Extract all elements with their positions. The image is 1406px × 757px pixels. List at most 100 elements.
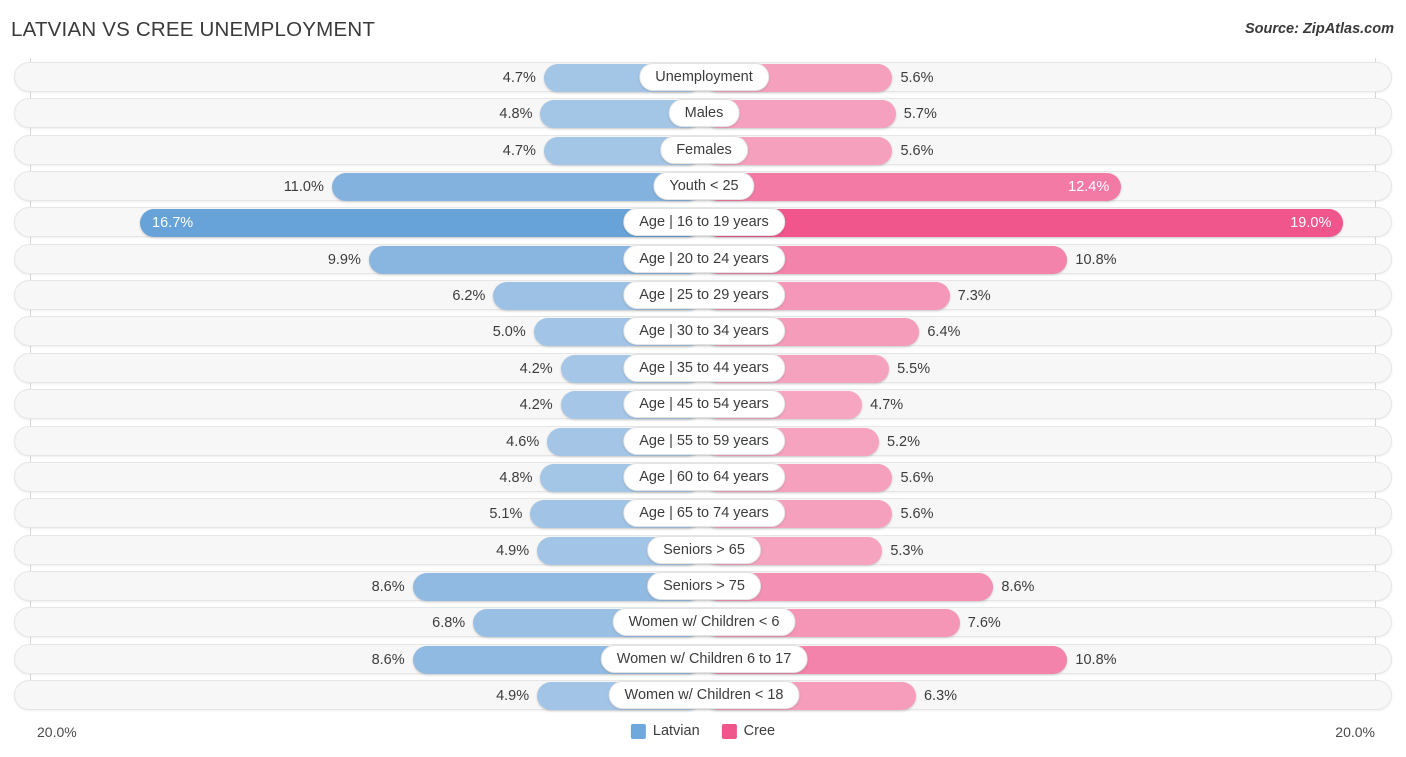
bar-value-cree: 8.6% [1001, 578, 1035, 595]
bar-value-cree: 5.6% [900, 506, 934, 523]
bar-latvian[interactable] [331, 173, 702, 202]
bar-value-latvian: 5.0% [492, 324, 526, 341]
bar-value-cree: 5.6% [900, 142, 934, 159]
bar-value-cree: 4.7% [870, 397, 904, 414]
bar-value-latvian: 8.6% [371, 651, 405, 668]
chart-row[interactable]: 4.9% 6.3% Women w/ Children < 18 [14, 679, 1392, 710]
bar-value-latvian: 4.9% [496, 542, 530, 559]
bar-value-cree: 7.6% [967, 615, 1001, 632]
bar-value-cree: 7.3% [957, 288, 991, 305]
legend-swatch-icon [630, 723, 646, 739]
chart-row[interactable]: 8.6% 10.8% Women w/ Children 6 to 17 [14, 643, 1392, 674]
chart-row[interactable]: 11.0% 12.4% Youth < 25 [14, 171, 1392, 202]
row-inner: 4.8% 5.7% Males [15, 99, 1391, 129]
row-label-pill[interactable]: Age | 60 to 64 years [623, 462, 785, 491]
bar-value-latvian: 4.8% [499, 106, 533, 123]
bar-value-cree: 10.8% [1075, 251, 1117, 268]
bar-value-cree: 12.4% [1068, 179, 1110, 196]
chart-row[interactable]: 9.9% 10.8% Age | 20 to 24 years [14, 243, 1392, 274]
bar-value-cree: 6.3% [923, 687, 958, 704]
legend-label: Cree [743, 723, 776, 739]
chart-row[interactable]: 4.8% 5.6% Age | 60 to 64 years [14, 461, 1392, 492]
diverging-bar-chart: 4.7% 5.6% Unemployment 4.8% 5.7% Males 4.7% 5.6… [0, 58, 1406, 718]
legend-label: Latvian [652, 723, 700, 739]
row-inner: 4.2% 5.5% Age | 35 to 44 years [15, 353, 1391, 383]
bar-value-cree: 5.5% [897, 360, 931, 377]
bar-value-cree: 5.7% [903, 106, 937, 123]
row-label-pill[interactable]: Age | 65 to 74 years [623, 499, 785, 528]
chart-row[interactable]: 4.2% 4.7% Age | 45 to 54 years [14, 389, 1392, 420]
bar-value-latvian: 6.8% [432, 615, 466, 632]
chart-row[interactable]: 4.2% 5.5% Age | 35 to 44 years [14, 352, 1392, 383]
row-label-pill[interactable]: Age | 30 to 34 years [623, 317, 785, 346]
row-inner: 6.2% 7.3% Age | 25 to 29 years [15, 281, 1391, 311]
bar-value-latvian: 4.8% [499, 469, 533, 486]
chart-row[interactable]: 4.7% 5.6% Unemployment [14, 62, 1392, 92]
row-label-pill[interactable]: Seniors > 65 [647, 535, 761, 564]
chart-row[interactable]: 4.9% 5.3% Seniors > 65 [14, 534, 1392, 565]
bar-value-cree: 5.6% [900, 469, 934, 486]
legend-item-latvian[interactable]: Latvian [630, 723, 700, 739]
row-label-pill[interactable]: Males [668, 99, 740, 128]
row-label-pill[interactable]: Age | 45 to 54 years [623, 390, 785, 419]
bar-value-latvian: 4.9% [496, 687, 530, 704]
bar-value-latvian: 16.7% [152, 215, 194, 232]
bar-value-latvian: 4.7% [502, 70, 536, 86]
row-inner: 4.9% 6.3% Women w/ Children < 18 [15, 680, 1391, 710]
row-inner: 4.2% 4.7% Age | 45 to 54 years [15, 390, 1391, 420]
chart-row[interactable]: 8.6% 8.6% Seniors > 75 [14, 570, 1392, 601]
row-inner: 4.6% 5.2% Age | 55 to 59 years [15, 426, 1391, 456]
chart-row[interactable]: 4.7% 5.6% Females [14, 134, 1392, 165]
row-inner: 4.7% 5.6% Unemployment [15, 63, 1391, 92]
row-label-pill[interactable]: Seniors > 75 [647, 571, 761, 600]
row-inner: 6.8% 7.6% Women w/ Children < 6 [15, 608, 1391, 638]
bar-value-latvian: 4.2% [519, 360, 553, 377]
bar-latvian[interactable]: 16.7% [140, 209, 702, 238]
legend-item-cree[interactable]: Cree [721, 723, 776, 739]
row-inner: 5.0% 6.4% Age | 30 to 34 years [15, 317, 1391, 347]
bar-value-latvian: 4.7% [502, 142, 536, 159]
row-label-pill[interactable]: Youth < 25 [653, 172, 755, 201]
row-label-pill[interactable]: Women w/ Children < 18 [608, 680, 800, 709]
row-label-pill[interactable]: Age | 25 to 29 years [623, 281, 785, 310]
bar-value-latvian: 6.2% [452, 288, 486, 305]
bar-value-cree: 5.2% [886, 433, 921, 450]
bar-value-latvian: 11.0% [283, 179, 324, 196]
row-inner: 4.8% 5.6% Age | 60 to 64 years [15, 462, 1391, 492]
chart-row[interactable]: 4.6% 5.2% Age | 55 to 59 years [14, 425, 1392, 456]
chart-footer: 20.0% Latvian Cree 20.0% [0, 716, 1406, 757]
bar-cree[interactable]: 19.0% [704, 209, 1344, 238]
chart-legend: Latvian Cree [630, 723, 776, 739]
row-label-pill[interactable]: Women w/ Children 6 to 17 [600, 644, 808, 673]
chart-rows: 4.7% 5.6% Unemployment 4.8% 5.7% Males 4.7% 5.6… [0, 58, 1406, 718]
row-inner: 5.1% 5.6% Age | 65 to 74 years [15, 499, 1391, 529]
bar-cree[interactable]: 12.4% [704, 173, 1122, 202]
bar-value-cree: 19.0% [1290, 215, 1332, 232]
row-label-pill[interactable]: Age | 20 to 24 years [623, 244, 785, 273]
row-label-pill[interactable]: Age | 35 to 44 years [623, 353, 785, 382]
chart-row[interactable]: 4.8% 5.7% Males [14, 98, 1392, 129]
bar-value-latvian: 9.9% [327, 251, 361, 268]
chart-row[interactable]: 16.7% 19.0% Age | 16 to 19 years [14, 207, 1392, 238]
row-label-pill[interactable]: Women w/ Children < 6 [612, 608, 796, 637]
bar-value-latvian: 4.6% [506, 433, 540, 450]
legend-swatch-icon [721, 723, 737, 739]
row-label-pill[interactable]: Age | 55 to 59 years [623, 426, 785, 455]
bar-value-latvian: 5.1% [489, 506, 523, 523]
chart-header: LATVIAN VS CREE UNEMPLOYMENT Source: Zip… [0, 0, 1406, 58]
bar-value-cree: 10.8% [1075, 651, 1117, 668]
bar-value-cree: 5.6% [900, 70, 934, 86]
row-label-pill[interactable]: Age | 16 to 19 years [623, 208, 785, 237]
chart-row[interactable]: 5.1% 5.6% Age | 65 to 74 years [14, 498, 1392, 529]
row-label-pill[interactable]: Unemployment [639, 63, 769, 91]
chart-row[interactable]: 6.2% 7.3% Age | 25 to 29 years [14, 280, 1392, 311]
source-attribution: Source: ZipAtlas.com [1244, 21, 1394, 37]
bar-value-cree: 5.3% [890, 542, 924, 559]
bar-value-cree: 6.4% [927, 324, 961, 341]
bar-value-latvian: 4.2% [519, 397, 553, 414]
chart-row[interactable]: 5.0% 6.4% Age | 30 to 34 years [14, 316, 1392, 347]
chart-row[interactable]: 6.8% 7.6% Women w/ Children < 6 [14, 607, 1392, 638]
row-inner: 4.9% 5.3% Seniors > 65 [15, 535, 1391, 565]
row-label-pill[interactable]: Females [660, 135, 748, 164]
row-inner: 16.7% 19.0% Age | 16 to 19 years [15, 208, 1391, 238]
